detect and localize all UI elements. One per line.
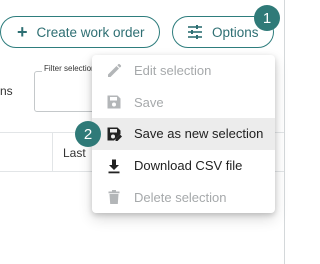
menu-item-label: Edit selection: [134, 63, 212, 79]
table-column-divider: [52, 133, 53, 171]
download-icon: [108, 159, 120, 173]
save-icon: [107, 95, 121, 109]
trash-icon: [108, 190, 120, 205]
sliders-icon: [188, 25, 202, 39]
menu-item-edit-selection[interactable]: Edit selection: [92, 55, 275, 87]
filter-partial-label: ns: [0, 84, 13, 98]
callout-marker-2: 2: [75, 121, 101, 147]
options-label: Options: [212, 24, 259, 40]
table-column-header-last[interactable]: Last: [63, 146, 86, 160]
panel-edge: [284, 0, 285, 264]
menu-item-save-as-new-selection[interactable]: Save as new selection: [92, 118, 275, 150]
menu-item-label: Save: [134, 94, 164, 110]
filter-selection-label: Filter selection: [42, 64, 92, 73]
plus-icon: +: [17, 22, 28, 42]
menu-item-label: Save as new selection: [134, 126, 264, 142]
menu-item-delete-selection[interactable]: Delete selection: [92, 181, 275, 213]
pencil-icon: [108, 63, 122, 77]
menu-item-label: Delete selection: [134, 189, 227, 205]
menu-item-download-csv[interactable]: Download CSV file: [92, 150, 275, 182]
callout-marker-1: 1: [254, 5, 280, 31]
menu-item-save[interactable]: Save: [92, 87, 275, 119]
save-as-icon: [107, 127, 122, 141]
options-menu: Edit selection Save Save as new selectio…: [92, 55, 275, 213]
create-work-order-label: Create work order: [36, 24, 145, 40]
create-work-order-button[interactable]: + Create work order: [0, 16, 160, 48]
menu-item-label: Download CSV file: [134, 158, 243, 174]
